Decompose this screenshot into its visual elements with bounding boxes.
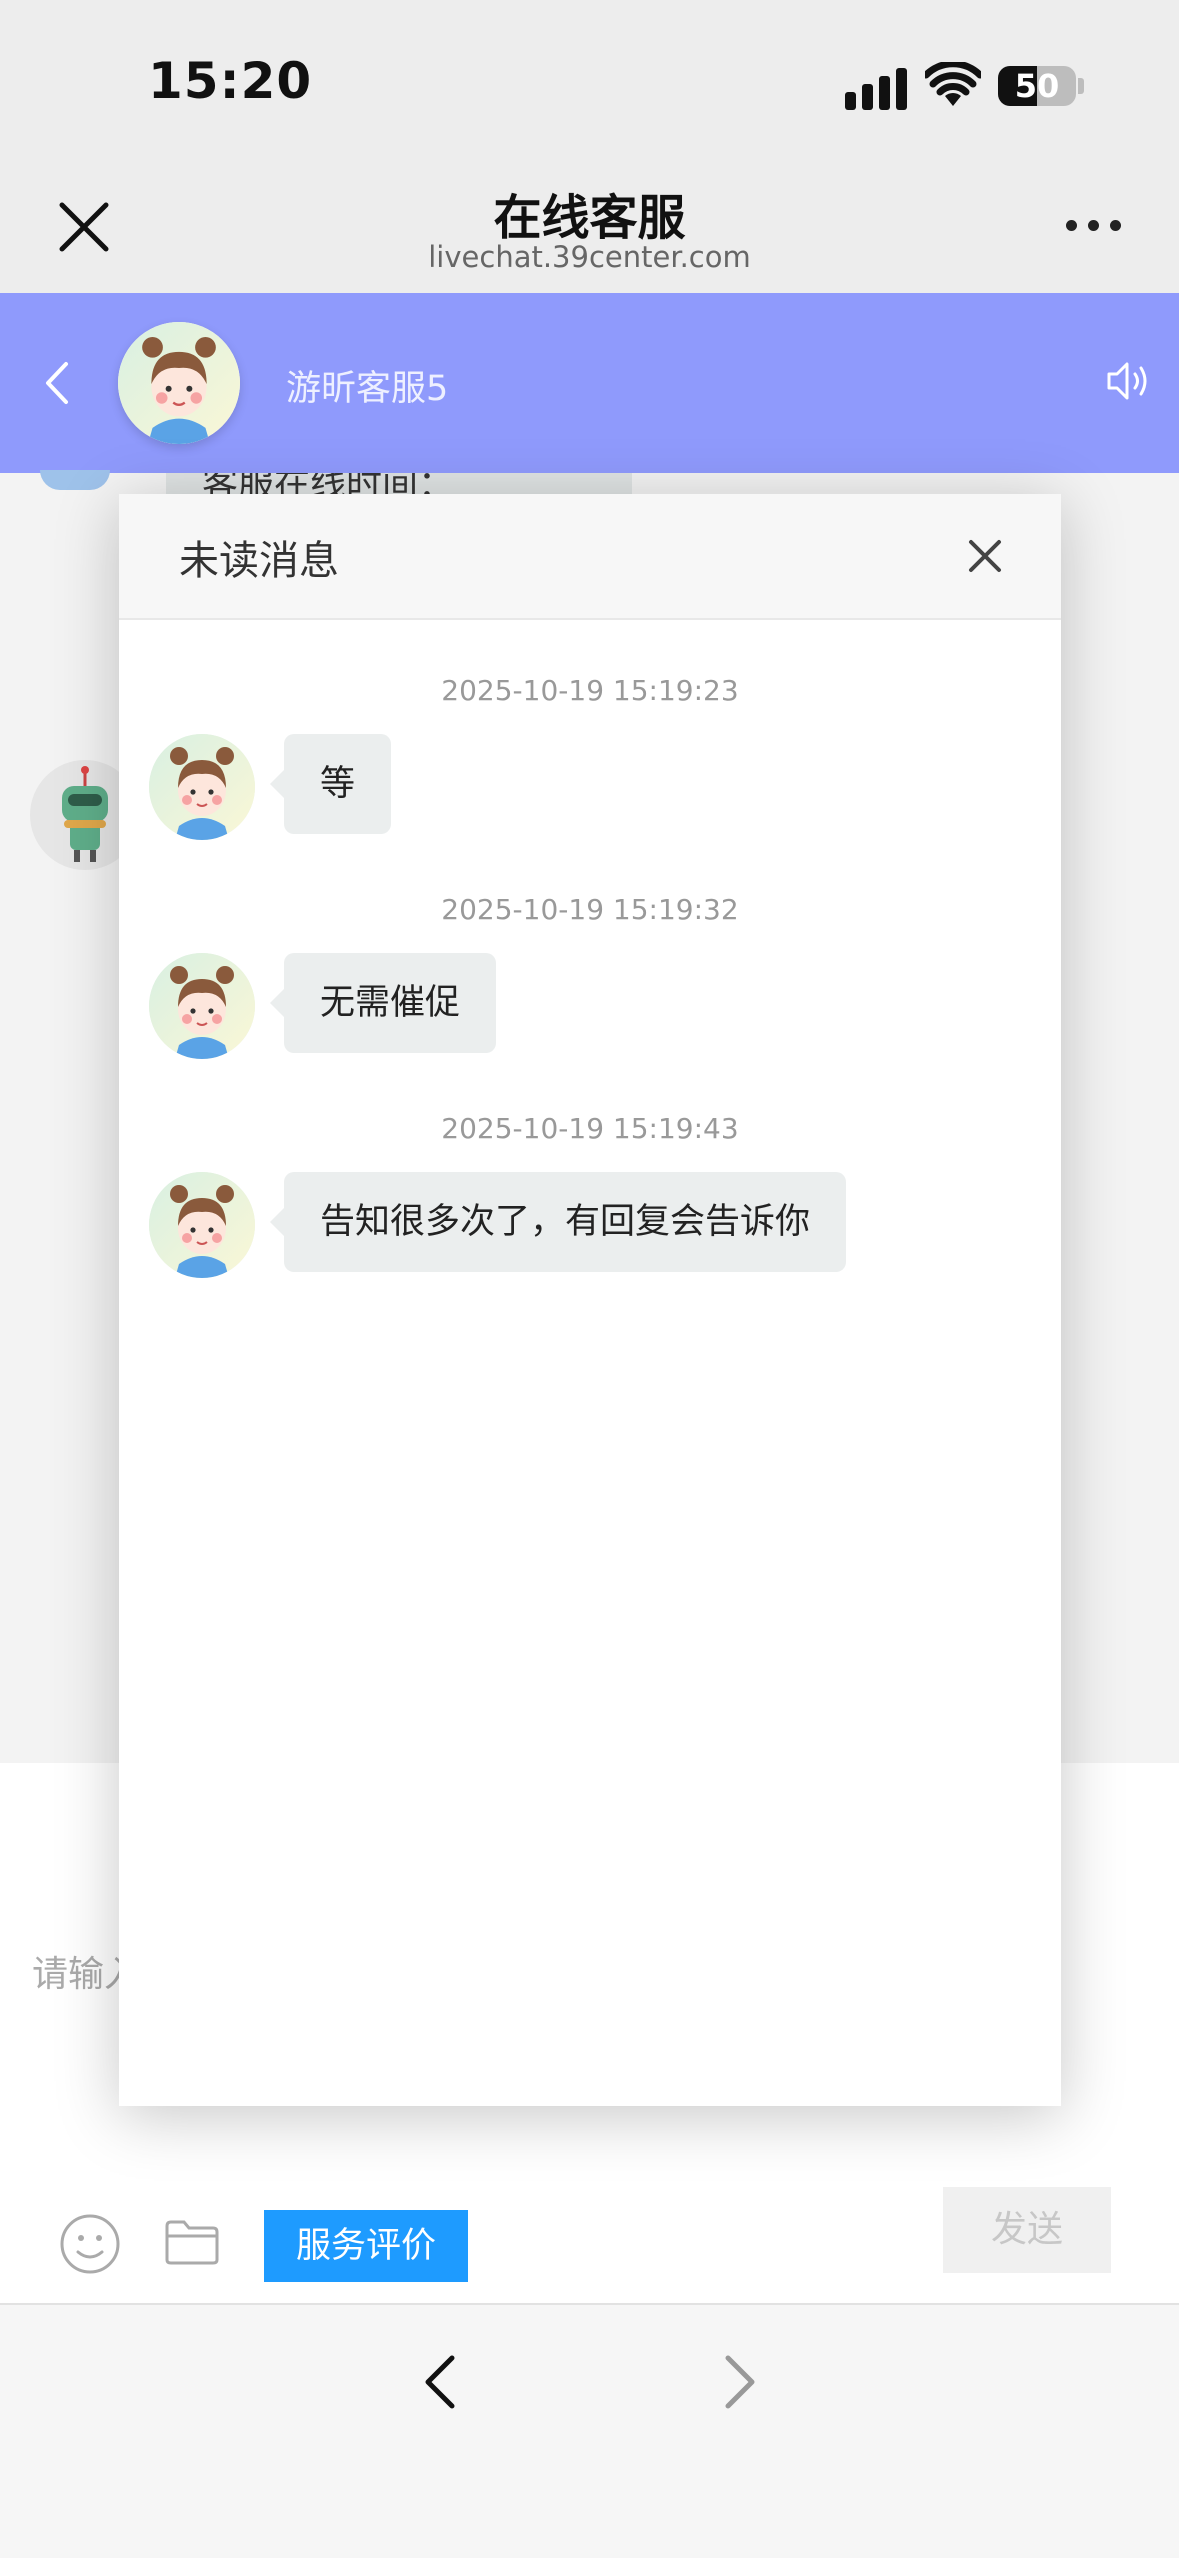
page-url: livechat.39center.com bbox=[428, 240, 751, 274]
agent-avatar bbox=[149, 1172, 255, 1278]
girl-avatar-icon bbox=[118, 322, 240, 444]
message-timestamp: 2025-10-19 15:19:23 bbox=[441, 674, 739, 707]
battery-icon: 50 bbox=[998, 66, 1076, 106]
unread-messages-modal: 未读消息 2025-10-19 15:19:23 等 2025-10-19 15… bbox=[119, 494, 1061, 2106]
girl-avatar-icon bbox=[149, 953, 255, 1059]
modal-header: 未读消息 bbox=[119, 494, 1061, 620]
battery-cap bbox=[1078, 78, 1084, 94]
back-arrow-icon[interactable] bbox=[38, 358, 74, 408]
agent-avatar-partial bbox=[40, 470, 110, 490]
girl-avatar-icon bbox=[149, 734, 255, 840]
message-bubble: 告知很多次了，有回复会告诉你 bbox=[269, 1172, 847, 1272]
chevron-left-icon[interactable] bbox=[420, 2352, 460, 2412]
girl-avatar-icon bbox=[149, 1172, 255, 1278]
agent-name: 游昕客服5 bbox=[286, 369, 449, 409]
speaker-icon[interactable] bbox=[1105, 358, 1151, 404]
agent-avatar bbox=[149, 953, 255, 1059]
status-time: 15:20 bbox=[148, 52, 313, 110]
battery-level: 50 bbox=[1014, 67, 1060, 105]
send-button[interactable]: 发送 bbox=[943, 2187, 1111, 2273]
agent-avatar bbox=[118, 322, 240, 444]
close-icon[interactable] bbox=[967, 538, 1003, 574]
rate-service-button[interactable]: 服务评价 bbox=[264, 2210, 468, 2282]
cellular-signal-icon bbox=[845, 66, 907, 110]
emoji-icon[interactable] bbox=[58, 2212, 122, 2276]
browser-toolbar bbox=[0, 2303, 1179, 2558]
message-timestamp: 2025-10-19 15:19:32 bbox=[441, 893, 739, 926]
more-icon[interactable] bbox=[1066, 218, 1122, 234]
chevron-right-icon[interactable] bbox=[720, 2352, 760, 2412]
message-bubble: 等 bbox=[269, 734, 392, 834]
message-timestamp: 2025-10-19 15:19:43 bbox=[441, 1112, 739, 1145]
modal-title: 未读消息 bbox=[179, 538, 339, 584]
wifi-icon bbox=[925, 62, 981, 106]
agent-avatar bbox=[149, 734, 255, 840]
folder-icon[interactable] bbox=[164, 2218, 220, 2266]
page-title: 在线客服 bbox=[493, 190, 686, 246]
message-bubble: 无需催促 bbox=[269, 953, 497, 1053]
